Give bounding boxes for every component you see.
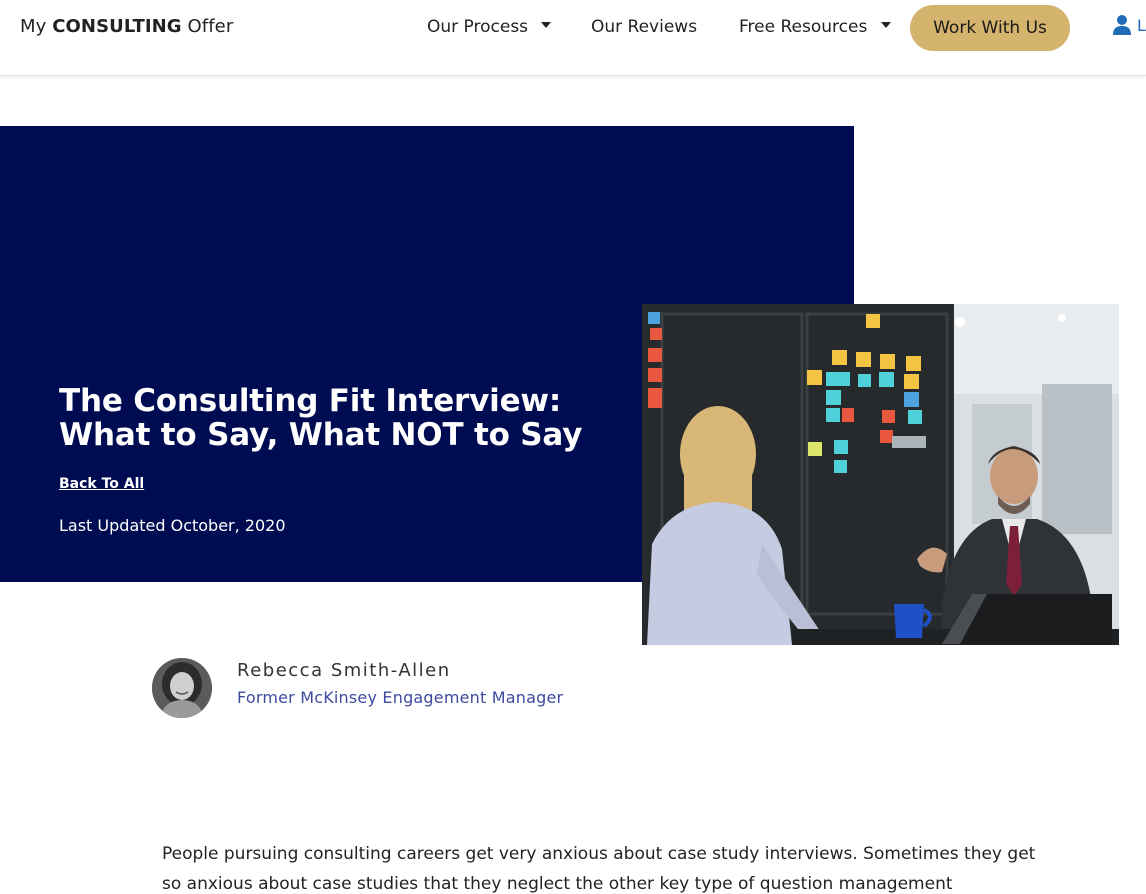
logo-strong: CONSULTING xyxy=(52,16,182,37)
nav-our-reviews[interactable]: Our Reviews xyxy=(591,17,697,37)
logo-prefix: My xyxy=(20,16,47,37)
user-icon[interactable] xyxy=(1112,14,1132,36)
meeting-illustration xyxy=(642,304,1119,645)
last-updated: Last Updated October, 2020 xyxy=(59,516,286,535)
login-link[interactable]: L xyxy=(1137,16,1146,35)
author-name: Rebecca Smith-Allen xyxy=(237,660,451,681)
author-portrait xyxy=(152,658,212,718)
logo-suffix: Offer xyxy=(187,16,234,37)
nav-free-resources[interactable]: Free Resources xyxy=(739,17,891,37)
nav-our-process[interactable]: Our Process xyxy=(427,17,552,37)
author-role: Former McKinsey Engagement Manager xyxy=(237,688,564,707)
back-to-all-link[interactable]: Back To All xyxy=(59,476,144,492)
page-title: The Consulting Fit Interview: What to Sa… xyxy=(59,383,583,453)
site-header: My CONSULTING Offer Our Process Our Revi… xyxy=(0,0,1146,76)
site-logo[interactable]: My CONSULTING Offer xyxy=(20,16,233,37)
chevron-down-icon xyxy=(541,22,552,28)
author-avatar xyxy=(152,658,212,718)
nav-our-process-label: Our Process xyxy=(427,17,529,37)
article-intro: People pursuing consulting careers get v… xyxy=(162,844,1036,894)
meeting-photo xyxy=(642,304,1119,645)
chevron-down-icon xyxy=(880,22,891,28)
work-with-us-button[interactable]: Work With Us xyxy=(910,5,1070,51)
nav-our-reviews-label: Our Reviews xyxy=(591,17,698,37)
nav-free-resources-label: Free Resources xyxy=(739,17,868,37)
